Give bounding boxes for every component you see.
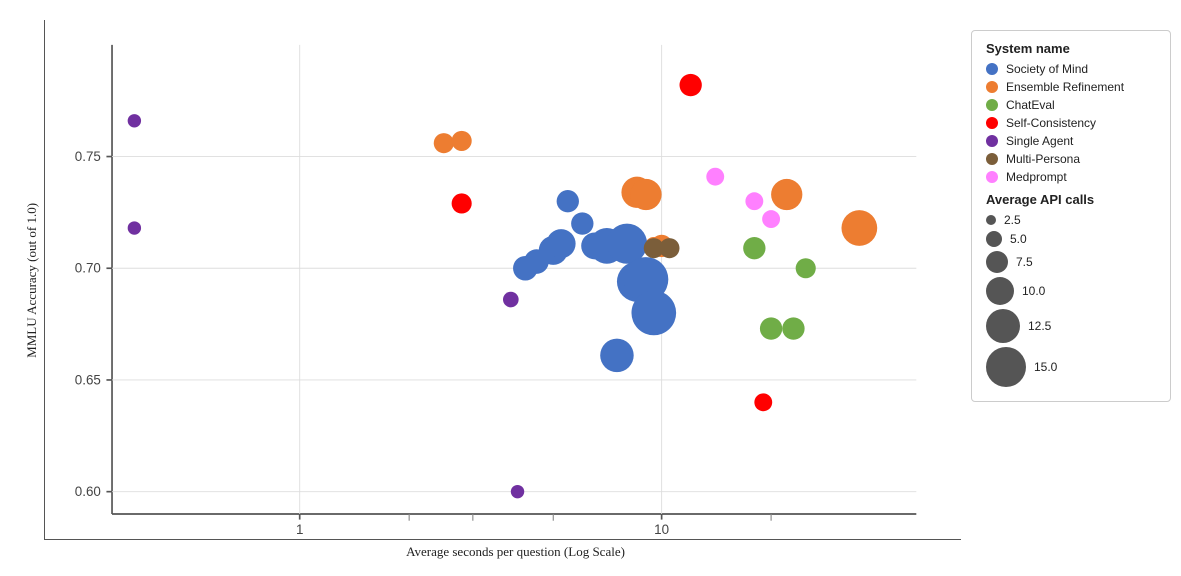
- legend-size-item: 7.5: [986, 251, 1156, 273]
- legend-systems: Society of Mind Ensemble Refinement ChatEv…: [986, 62, 1156, 184]
- data-point: [600, 339, 634, 373]
- legend-size-item: 15.0: [986, 347, 1156, 387]
- legend-size-dot: [986, 251, 1008, 273]
- data-point: [706, 168, 724, 186]
- data-point: [571, 212, 593, 234]
- data-point: [631, 291, 676, 336]
- legend-system-item: Medprompt: [986, 170, 1156, 184]
- chart-container: MMLU Accuracy (out of 1.0): [0, 0, 1181, 576]
- legend-size-dot: [986, 215, 996, 225]
- legend-system-label: Ensemble Refinement: [1006, 80, 1124, 94]
- data-point: [128, 221, 141, 234]
- legend-system-label: Society of Mind: [1006, 62, 1088, 76]
- svg-text:0.60: 0.60: [75, 484, 101, 499]
- data-point: [771, 179, 802, 210]
- legend-system-dot: [986, 135, 998, 147]
- legend-system-dot: [986, 171, 998, 183]
- legend-size-item: 2.5: [986, 213, 1156, 227]
- data-point: [679, 74, 701, 96]
- data-point: [796, 258, 816, 278]
- plot-area-wrapper: MMLU Accuracy (out of 1.0): [20, 20, 971, 556]
- legend-system-label: Self-Consistency: [1006, 116, 1096, 130]
- data-point: [841, 210, 877, 246]
- data-point: [760, 317, 782, 339]
- legend-system-item: Multi-Persona: [986, 152, 1156, 166]
- legend-sizes: 2.5 5.0 7.5 10.0 12.5 15.0: [986, 213, 1156, 387]
- legend-size-item: 5.0: [986, 231, 1156, 247]
- legend-system-item: Self-Consistency: [986, 116, 1156, 130]
- data-point: [511, 485, 524, 498]
- legend-size-dot: [986, 231, 1002, 247]
- legend-size-label: 12.5: [1028, 319, 1051, 333]
- legend-size-dot: [986, 347, 1026, 387]
- legend-system-title: System name: [986, 41, 1156, 56]
- data-point: [547, 229, 576, 258]
- plot-with-yaxis: MMLU Accuracy (out of 1.0): [20, 20, 971, 540]
- legend-system-item: Society of Mind: [986, 62, 1156, 76]
- data-point: [128, 114, 141, 127]
- data-point: [452, 131, 472, 151]
- data-point: [659, 238, 679, 258]
- legend-system-dot: [986, 63, 998, 75]
- data-point: [452, 193, 472, 213]
- plot-svg: 0.60 0.65 0.70 0.75: [45, 20, 961, 539]
- legend-size-item: 12.5: [986, 309, 1156, 343]
- data-point: [743, 237, 765, 259]
- data-point: [745, 192, 763, 210]
- legend-system-label: Multi-Persona: [1006, 152, 1080, 166]
- legend-size-label: 15.0: [1034, 360, 1057, 374]
- data-point: [762, 210, 780, 228]
- y-axis-label: MMLU Accuracy (out of 1.0): [20, 20, 44, 540]
- svg-text:0.70: 0.70: [75, 261, 101, 276]
- legend-size-section: Average API calls 2.5 5.0 7.5 10.0 12.5 15.0: [986, 192, 1156, 387]
- data-point: [434, 133, 454, 153]
- data-point: [782, 317, 804, 339]
- legend-size-dot: [986, 309, 1020, 343]
- legend-size-label: 5.0: [1010, 232, 1027, 246]
- legend-size-label: 7.5: [1016, 255, 1033, 269]
- legend-size-dot: [986, 277, 1014, 305]
- legend-system-dot: [986, 153, 998, 165]
- legend-system-dot: [986, 99, 998, 111]
- svg-text:0.65: 0.65: [75, 372, 101, 387]
- legend-size-label: 10.0: [1022, 284, 1045, 298]
- legend-size-label: 2.5: [1004, 213, 1021, 227]
- svg-text:0.75: 0.75: [75, 149, 101, 164]
- legend-size-item: 10.0: [986, 277, 1156, 305]
- data-point: [630, 179, 661, 210]
- legend-system-dot: [986, 81, 998, 93]
- plot-frame: 0.60 0.65 0.70 0.75: [44, 20, 961, 540]
- data-point: [503, 292, 519, 308]
- data-point: [557, 190, 579, 212]
- svg-text:10: 10: [654, 522, 669, 537]
- legend-system-item: Single Agent: [986, 134, 1156, 148]
- legend-system-item: Ensemble Refinement: [986, 80, 1156, 94]
- legend-system-item: ChatEval: [986, 98, 1156, 112]
- data-point: [754, 393, 772, 411]
- x-axis-label: Average seconds per question (Log Scale): [20, 540, 971, 560]
- legend-system-label: ChatEval: [1006, 98, 1055, 112]
- legend-api-title: Average API calls: [986, 192, 1156, 207]
- legend-box: System name Society of Mind Ensemble Refi…: [971, 30, 1171, 402]
- legend-system-label: Medprompt: [1006, 170, 1067, 184]
- svg-text:1: 1: [296, 522, 303, 537]
- legend-system-dot: [986, 117, 998, 129]
- legend-system-label: Single Agent: [1006, 134, 1073, 148]
